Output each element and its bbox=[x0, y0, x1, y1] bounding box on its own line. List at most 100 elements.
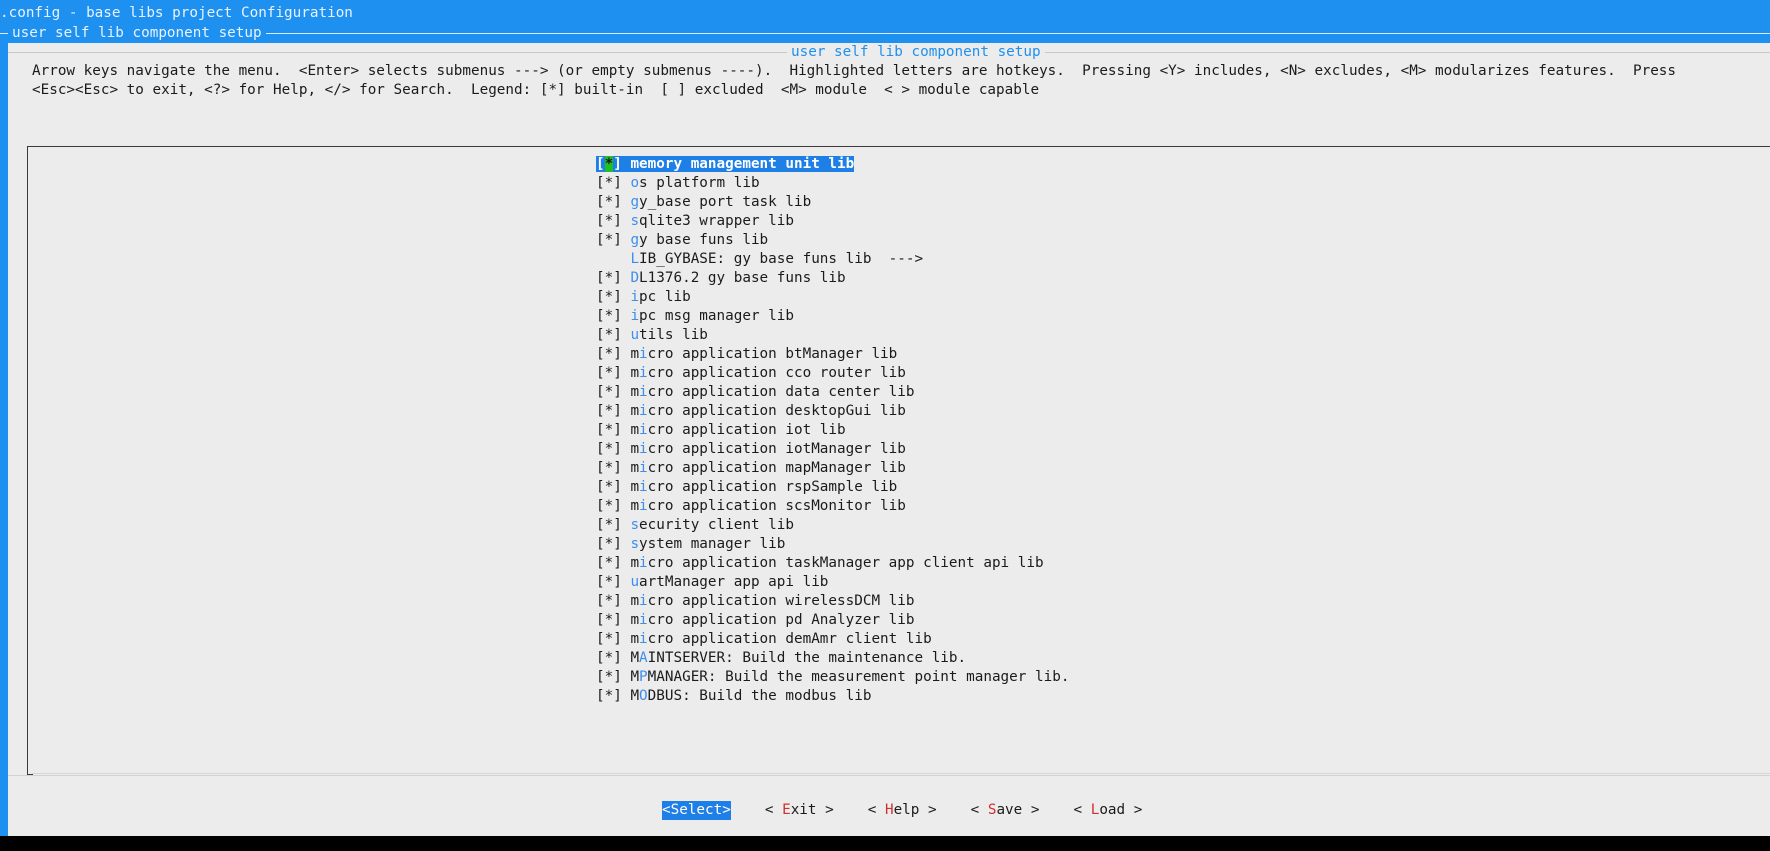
menu-item[interactable]: LIB_GYBASE: gy base funs lib ---> bbox=[596, 250, 1069, 269]
menu-item[interactable]: [*] micro application btManager lib bbox=[596, 345, 1069, 364]
help-text: Arrow keys navigate the menu. <Enter> se… bbox=[32, 62, 1676, 100]
item-hotkey: i bbox=[639, 403, 648, 419]
item-checkbox[interactable]: [*] bbox=[596, 213, 630, 229]
button-bracket: < bbox=[867, 802, 885, 818]
exit-button[interactable]: < Exit > bbox=[765, 801, 834, 820]
item-checkbox[interactable]: [*] bbox=[596, 346, 630, 362]
menu-item[interactable]: [*] security client lib bbox=[596, 516, 1069, 535]
item-checkbox[interactable]: [*] bbox=[596, 194, 630, 210]
menu-item[interactable]: [*] os platform lib bbox=[596, 174, 1069, 193]
item-label-rest: INTSERVER: Build the maintenance lib. bbox=[647, 650, 967, 666]
menu-item[interactable]: [*] micro application cco router lib bbox=[596, 364, 1069, 383]
item-label-rest: ystem manager lib bbox=[639, 536, 786, 552]
menu-item[interactable]: [*] gy base funs lib bbox=[596, 231, 1069, 250]
select-button[interactable]: <Select> bbox=[662, 801, 731, 820]
item-hotkey: i bbox=[639, 593, 648, 609]
item-label-rest: ecurity client lib bbox=[639, 517, 794, 533]
load-button[interactable]: < Load > bbox=[1074, 801, 1143, 820]
item-label: micro application btManager lib bbox=[630, 346, 897, 362]
item-label-rest: y_base port task lib bbox=[639, 194, 812, 210]
item-checkbox[interactable]: [*] bbox=[596, 498, 630, 514]
item-checkbox[interactable]: [*] bbox=[596, 289, 630, 305]
item-checkbox[interactable]: [*] bbox=[596, 688, 630, 704]
menu-item[interactable]: [*] MPMANAGER: Build the measurement poi… bbox=[596, 668, 1069, 687]
menu-item[interactable]: [*] micro application iot lib bbox=[596, 421, 1069, 440]
item-checkbox[interactable]: [*] bbox=[596, 156, 631, 172]
menu-item[interactable]: [*] system manager lib bbox=[596, 535, 1069, 554]
subtitle-bar: user self lib component setup bbox=[0, 24, 1770, 43]
item-checkbox[interactable]: [*] bbox=[596, 479, 630, 495]
item-label: micro application cco router lib bbox=[630, 365, 905, 381]
item-label-rest: cro application wirelessDCM lib bbox=[647, 593, 915, 609]
menu-item[interactable]: [*] micro application iotManager lib bbox=[596, 440, 1069, 459]
button-label-rest: ave > bbox=[996, 802, 1040, 818]
help-button[interactable]: < Help > bbox=[868, 801, 937, 820]
item-label-start: m bbox=[630, 441, 640, 457]
item-label: micro application data center lib bbox=[630, 384, 914, 400]
item-label-rest: cro application data center lib bbox=[647, 384, 915, 400]
item-checkbox[interactable]: [*] bbox=[596, 536, 630, 552]
item-checkbox[interactable]: [*] bbox=[596, 308, 630, 324]
item-checkbox[interactable]: [*] bbox=[596, 232, 630, 248]
item-checkbox[interactable]: [*] bbox=[596, 555, 630, 571]
item-label-rest: cro application rspSample lib bbox=[647, 479, 898, 495]
menu-item[interactable]: [*] utils lib bbox=[596, 326, 1069, 345]
item-hotkey: o bbox=[630, 175, 640, 191]
item-hotkey: L bbox=[630, 251, 640, 267]
menu-item[interactable]: [*] MODBUS: Build the modbus lib bbox=[596, 687, 1069, 706]
menu-item[interactable]: [*] micro application desktopGui lib bbox=[596, 402, 1069, 421]
menu-item[interactable]: [*] micro application taskManager app cl… bbox=[596, 554, 1069, 573]
menu-item[interactable]: [*] memory management unit lib bbox=[596, 155, 1069, 174]
item-hotkey: i bbox=[639, 612, 648, 628]
menu-item[interactable]: [*] gy_base port task lib bbox=[596, 193, 1069, 212]
menu-item[interactable]: [*] MAINTSERVER: Build the maintenance l… bbox=[596, 649, 1069, 668]
item-hotkey: m bbox=[630, 156, 640, 172]
checkbox-left-bracket: [ bbox=[596, 156, 605, 172]
item-label-start: m bbox=[630, 555, 640, 571]
menu-item[interactable]: [*] micro application wirelessDCM lib bbox=[596, 592, 1069, 611]
button-hotkey: S bbox=[670, 802, 680, 818]
menu-item[interactable]: [*] micro application mapManager lib bbox=[596, 459, 1069, 478]
menu-item[interactable]: [*] uartManager app api lib bbox=[596, 573, 1069, 592]
item-checkbox[interactable]: [*] bbox=[596, 403, 630, 419]
item-checkbox[interactable]: [*] bbox=[596, 650, 630, 666]
item-checkbox[interactable]: [*] bbox=[596, 669, 630, 685]
item-checkbox[interactable] bbox=[596, 251, 630, 267]
button-bracket: < bbox=[662, 802, 671, 818]
item-checkbox[interactable]: [*] bbox=[596, 517, 630, 533]
save-button[interactable]: < Save > bbox=[971, 801, 1040, 820]
item-checkbox[interactable]: [*] bbox=[596, 612, 630, 628]
item-label: DL1376.2 gy base funs lib bbox=[630, 270, 845, 286]
item-checkbox[interactable]: [*] bbox=[596, 441, 630, 457]
item-label: system manager lib bbox=[630, 536, 785, 552]
item-label: security client lib bbox=[630, 517, 794, 533]
item-checkbox[interactable]: [*] bbox=[596, 384, 630, 400]
menu-list: [*] memory management unit lib [*] os pla… bbox=[596, 155, 1069, 706]
item-label-start: m bbox=[630, 346, 640, 362]
menu-item[interactable]: [*] DL1376.2 gy base funs lib bbox=[596, 269, 1069, 288]
help-line-2: <Esc><Esc> to exit, <?> for Help, </> fo… bbox=[32, 82, 1040, 98]
item-hotkey: i bbox=[639, 555, 648, 571]
item-hotkey: i bbox=[639, 384, 648, 400]
item-checkbox[interactable]: [*] bbox=[596, 631, 630, 647]
item-checkbox[interactable]: [*] bbox=[596, 574, 630, 590]
menu-item[interactable]: [*] ipc msg manager lib bbox=[596, 307, 1069, 326]
menu-item[interactable]: [*] micro application data center lib bbox=[596, 383, 1069, 402]
item-checkbox[interactable]: [*] bbox=[596, 365, 630, 381]
item-hotkey: P bbox=[639, 669, 648, 685]
item-checkbox[interactable]: [*] bbox=[596, 327, 630, 343]
menu-item[interactable]: [*] sqlite3 wrapper lib bbox=[596, 212, 1069, 231]
menu-item[interactable]: [*] ipc lib bbox=[596, 288, 1069, 307]
item-hotkey: u bbox=[630, 574, 640, 590]
item-hotkey: s bbox=[630, 213, 640, 229]
menu-item[interactable]: [*] micro application demAmr client lib bbox=[596, 630, 1069, 649]
menu-item[interactable]: [*] micro application rspSample lib bbox=[596, 478, 1069, 497]
item-checkbox[interactable]: [*] bbox=[596, 422, 630, 438]
item-checkbox[interactable]: [*] bbox=[596, 175, 630, 191]
menu-item[interactable]: [*] micro application scsMonitor lib bbox=[596, 497, 1069, 516]
item-checkbox[interactable]: [*] bbox=[596, 593, 630, 609]
window-title: .config - base libs project Configuratio… bbox=[0, 5, 353, 21]
item-checkbox[interactable]: [*] bbox=[596, 460, 630, 476]
item-checkbox[interactable]: [*] bbox=[596, 270, 630, 286]
menu-item[interactable]: [*] micro application pd Analyzer lib bbox=[596, 611, 1069, 630]
